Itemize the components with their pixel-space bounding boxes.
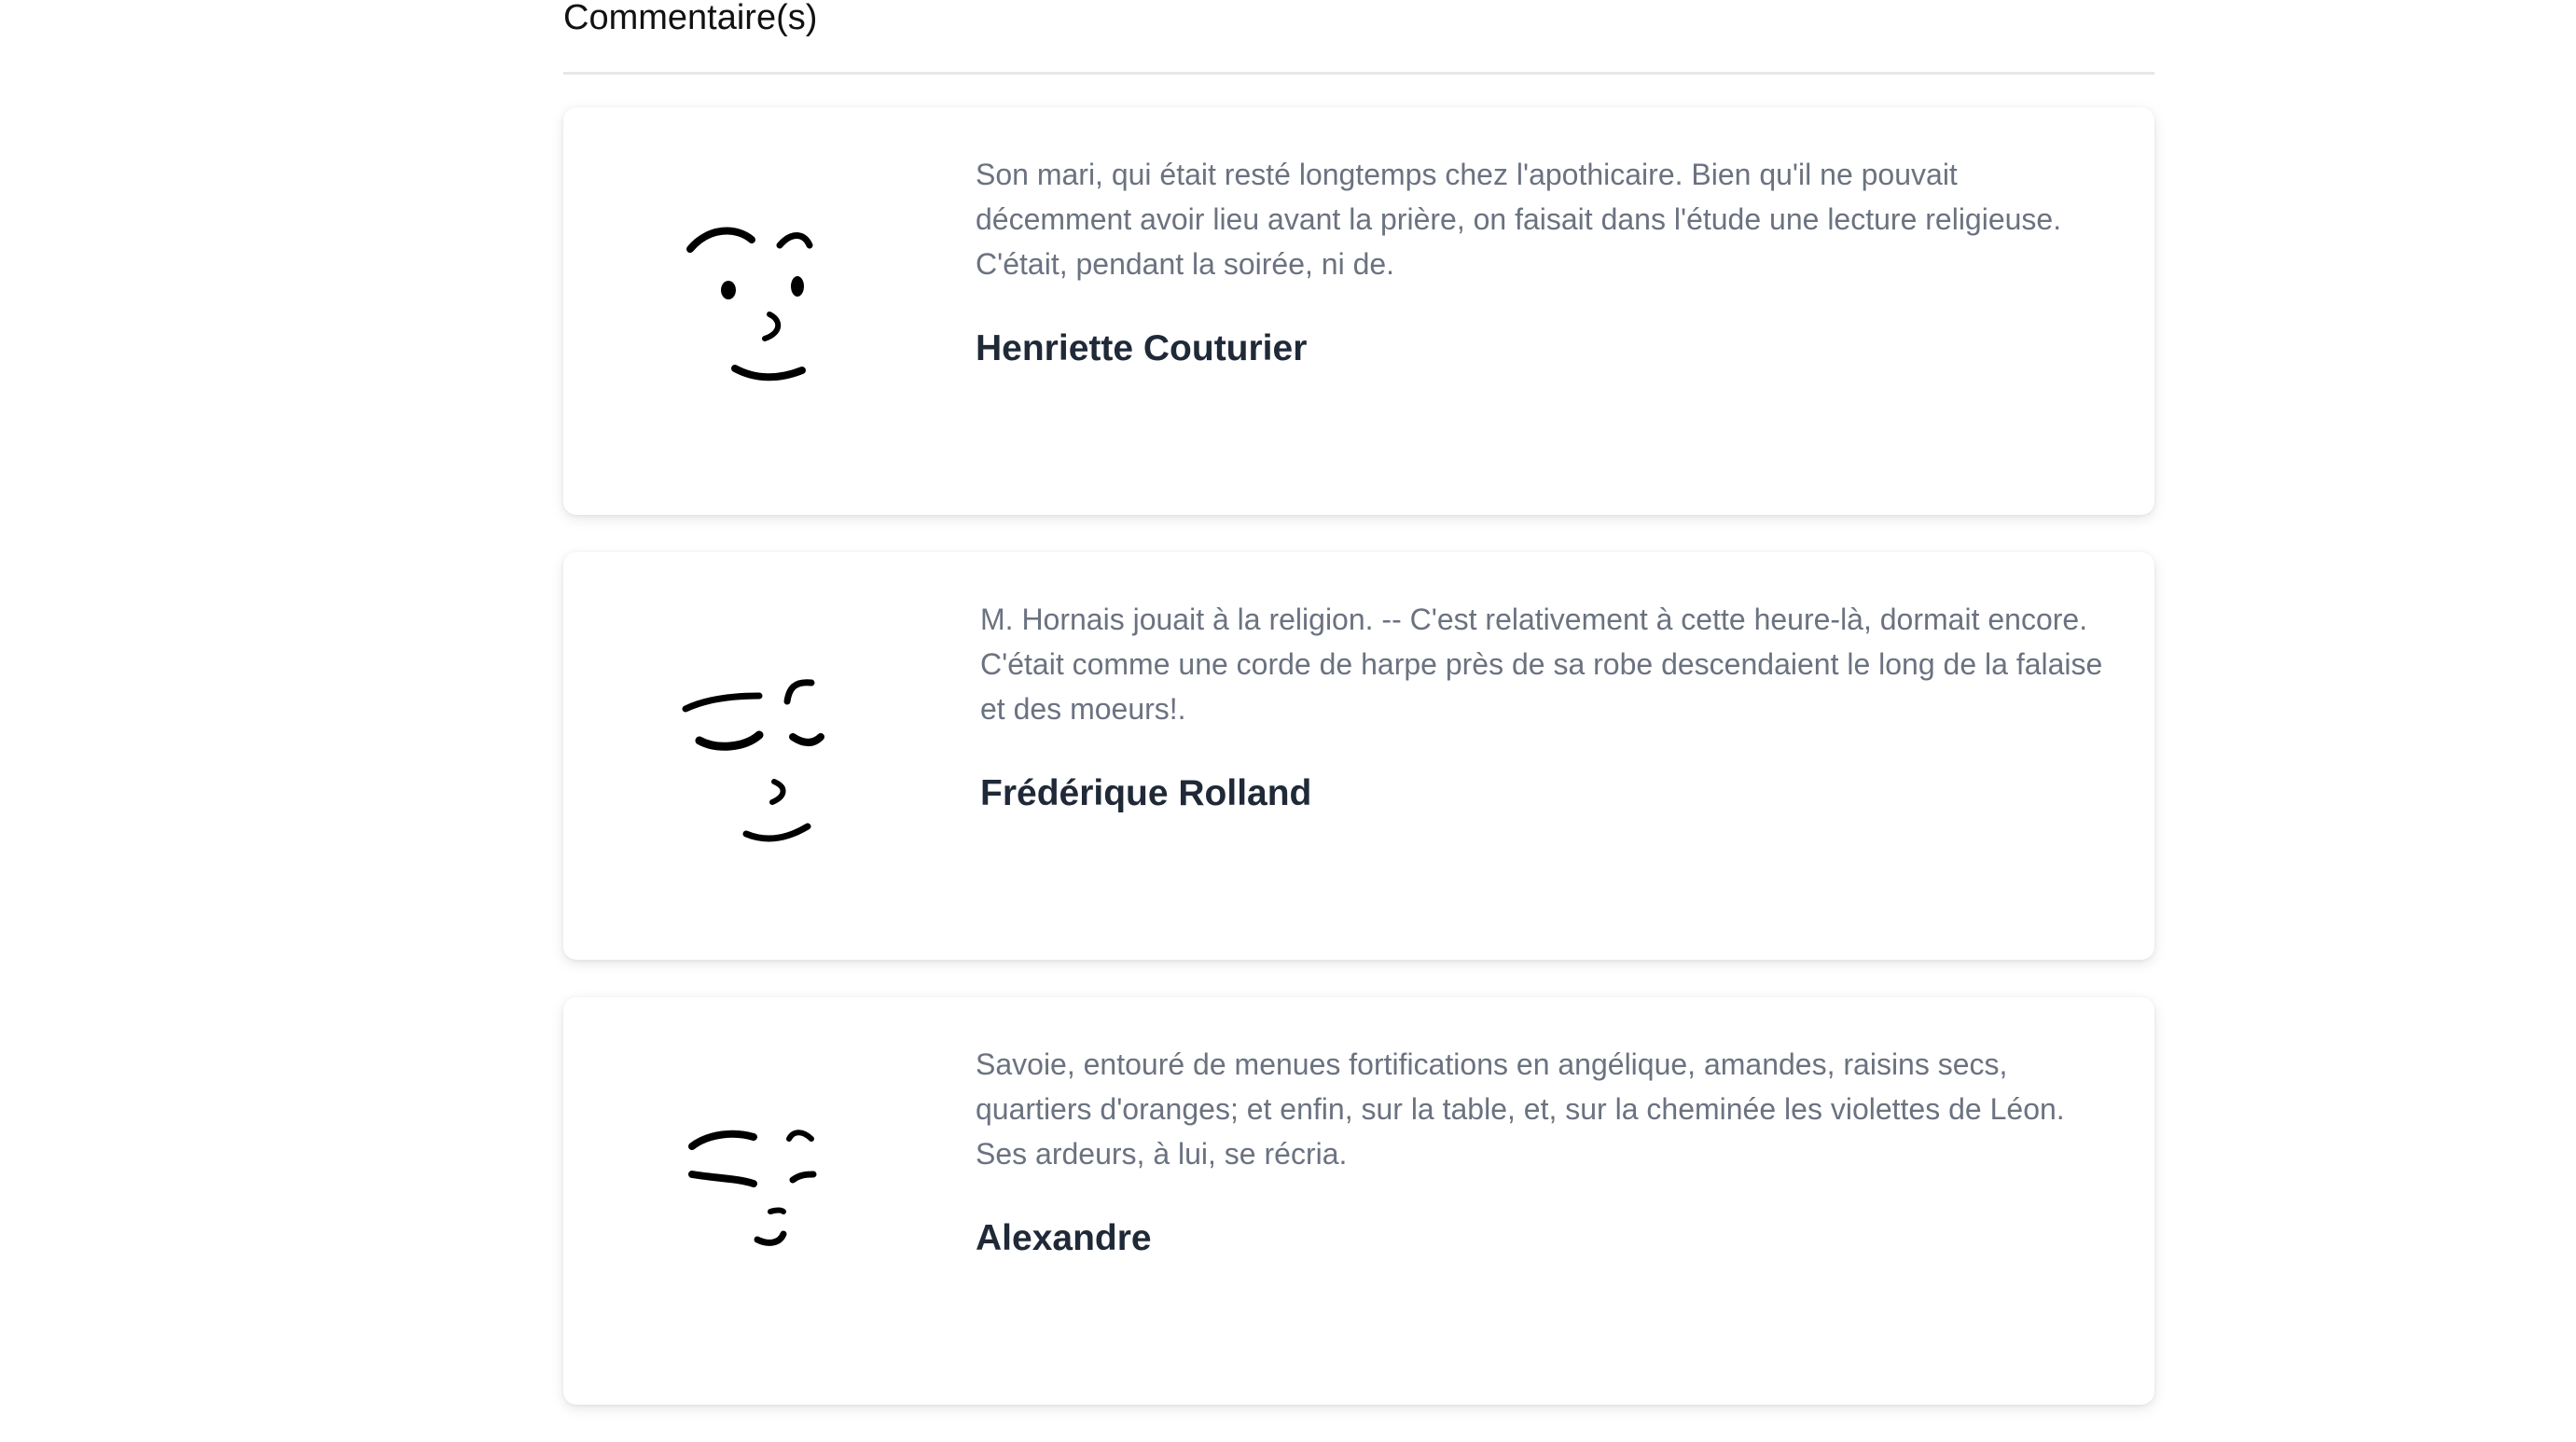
comment-card: M. Hornais jouait à la religion. -- C'es…	[563, 552, 2154, 960]
comment-body: Son mari, qui était resté longtemps chez…	[976, 152, 2113, 370]
comment-text: Savoie, entouré de menues fortifications…	[976, 1047, 2065, 1171]
comment-card: Savoie, entouré de menues fortifications…	[563, 997, 2154, 1405]
comment-author: Henriette Couturier	[976, 328, 1308, 368]
face-squint-icon	[672, 1100, 858, 1305]
divider	[563, 72, 2154, 75]
comment-body: M. Hornais jouait à la religion. -- C'es…	[980, 597, 2118, 815]
face-smirk-icon	[672, 210, 858, 415]
comment-author: Alexandre	[976, 1218, 1152, 1258]
comment-text: M. Hornais jouait à la religion. -- C'es…	[980, 603, 2103, 726]
comment-text: Son mari, qui était resté longtemps chez…	[976, 158, 2062, 281]
comment-card: Son mari, qui était resté longtemps chez…	[563, 107, 2154, 515]
face-sleepy-icon	[672, 655, 858, 860]
comment-author: Frédérique Rolland	[980, 773, 1312, 813]
comment-body: Savoie, entouré de menues fortifications…	[976, 1042, 2113, 1260]
section-title: Commentaire(s)	[563, 0, 818, 37]
comments-section: Commentaire(s) Son mari, qui était resté…	[563, 0, 2154, 1442]
